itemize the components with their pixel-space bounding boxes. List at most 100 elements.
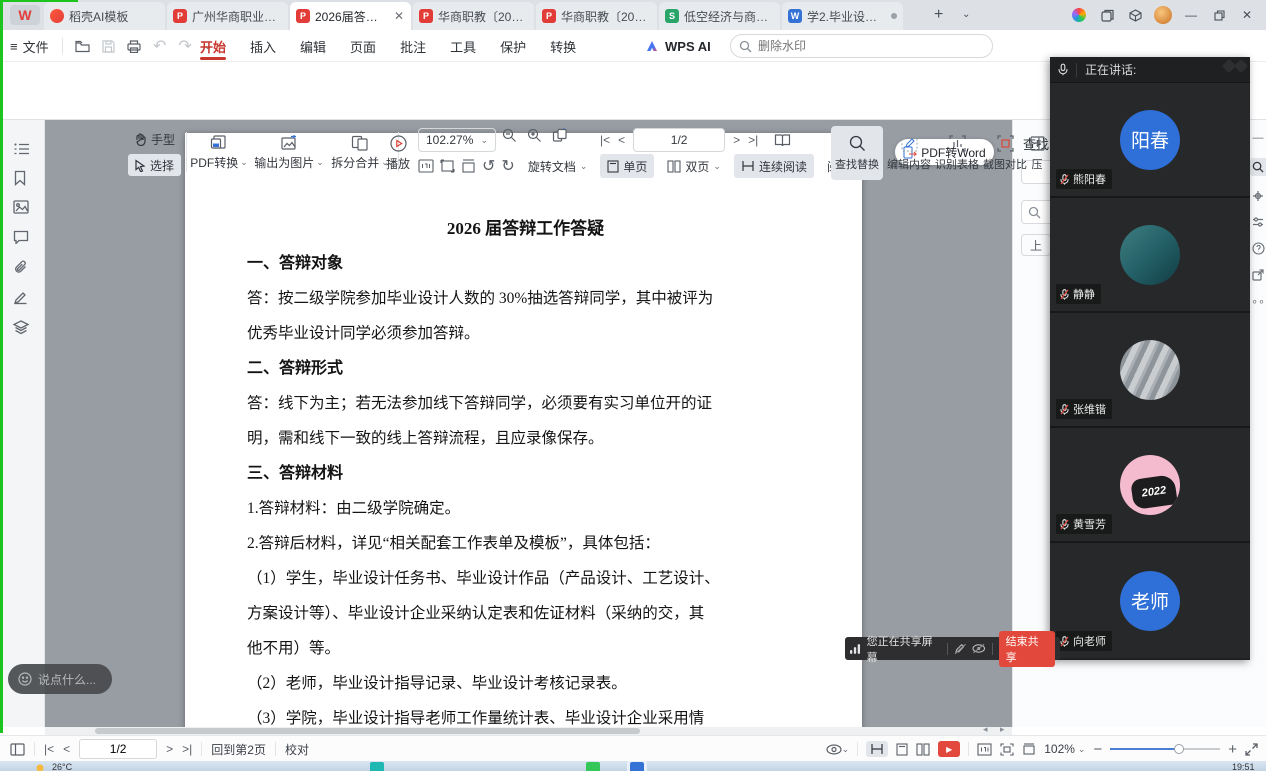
wps-logo[interactable]: W [10,5,40,25]
help-rail-icon[interactable] [1252,242,1265,255]
open-folder-icon[interactable] [75,40,90,53]
tab-document-2[interactable]: P 华商职教〔2025〕95 [413,2,534,30]
next-page-icon[interactable]: > [733,133,740,147]
screenshot-compare-button[interactable]: 截图对比 [979,126,1031,180]
last-page-icon[interactable]: >| [182,742,192,756]
taskbar-app-icon[interactable] [630,762,644,771]
eye-icon[interactable]: ⌄ [826,744,850,755]
comment-panel-icon[interactable] [13,230,29,244]
panel-toggle-icon[interactable] [10,743,25,756]
fit-page-icon[interactable] [461,159,476,173]
tab-spreadsheet[interactable]: S 低空经济与商务学院毕 [659,2,780,30]
menu-comment[interactable]: 批注 [388,30,438,62]
scrollbar-thumb[interactable] [95,728,640,734]
zoom-out-icon[interactable] [502,128,517,143]
zoom-slider[interactable] [1110,748,1220,750]
search-rail-icon[interactable] [1250,158,1266,176]
compress-button[interactable]: 压 [1027,126,1047,180]
tab-list-caret-icon[interactable]: ⌄ [962,9,970,20]
collapse-icon[interactable]: — [1253,132,1264,144]
zoom-out-button[interactable]: − [1093,741,1102,758]
tab-word-document[interactable]: W 学2.毕业设计封面及 [782,2,903,30]
layers-icon[interactable] [13,320,29,335]
save-icon[interactable] [102,40,115,53]
previous-result-button[interactable]: 上 [1021,234,1051,256]
menu-home[interactable]: 开始 [188,30,238,62]
rotate-doc-button[interactable]: 旋转文档⌄ [521,154,595,178]
next-page-icon[interactable]: > [166,742,173,756]
more-rail-icon[interactable]: ∘∘ [1251,295,1265,308]
recognize-table-button[interactable]: 识别表格 [931,126,983,180]
zoom-level-select[interactable]: 102%⌄ [1044,742,1085,756]
page-number-input[interactable] [79,739,157,759]
export-image-button[interactable]: 输出为图片⌄ [252,128,326,178]
fit-screen-button[interactable] [1000,743,1014,756]
toolbar-search[interactable] [730,34,993,58]
prev-page-icon[interactable]: < [618,133,625,147]
zoom-slider-thumb[interactable] [1174,744,1184,754]
menu-protect[interactable]: 保护 [488,30,538,62]
workspace-icon[interactable] [1096,4,1118,26]
page-number-input[interactable] [633,128,725,152]
user-avatar[interactable] [1152,4,1174,26]
actual-size-button[interactable] [977,743,992,756]
hand-tool-button[interactable]: 手型 [128,128,181,150]
tab-close-icon[interactable]: ✕ [393,9,405,23]
play-button[interactable]: 播放 [376,128,420,178]
fullscreen-button[interactable] [1245,743,1258,756]
continuous-view-button[interactable] [866,741,888,757]
zoom-in-button[interactable]: + [1228,741,1237,758]
signature-icon[interactable] [13,290,28,305]
first-page-icon[interactable]: |< [44,742,54,756]
single-page-view-button[interactable] [896,743,908,756]
image-panel-icon[interactable] [13,200,29,214]
wps-ai-button[interactable]: WPS AI [645,30,711,62]
last-page-icon[interactable]: >| [748,133,758,147]
new-tab-button[interactable]: + [934,6,943,24]
book-icon[interactable] [774,133,791,148]
select-tool-button[interactable]: 选择 [128,154,181,176]
tab-document-1[interactable]: P 广州华商职业学院毕业 [167,2,288,30]
participant-tile[interactable]: 张维锴 [1050,313,1250,428]
page-organize-icon[interactable] [552,128,569,143]
double-page-view-button[interactable] [916,743,930,756]
chat-quick-input[interactable]: 说点什么... [8,664,112,694]
bookmark-icon[interactable] [13,170,27,186]
file-menu[interactable]: ≡ 文件 [10,30,49,62]
taskbar-app-icon[interactable] [586,762,600,771]
edit-content-button[interactable]: 编辑内容 [883,126,935,180]
pdf-convert-button[interactable]: PDF转换⌄ [188,128,250,178]
3d-box-icon[interactable] [1124,4,1146,26]
participant-tile[interactable]: 静静 [1050,198,1250,313]
close-button[interactable]: ✕ [1236,4,1258,26]
menu-page[interactable]: 页面 [338,30,388,62]
tab-docer-template[interactable]: 稻壳AI模板 [44,2,165,30]
double-page-button[interactable]: 双页⌄ [660,154,728,178]
prev-page-icon[interactable]: < [63,742,70,756]
tab-active-document[interactable]: P 2026届答辩工作答 ✕ [290,2,411,30]
outline-panel-icon[interactable] [13,142,30,156]
actual-size-icon[interactable] [418,159,434,173]
menu-edit[interactable]: 编辑 [288,30,338,62]
attachment-icon[interactable] [13,260,28,275]
end-share-button[interactable]: 结束共享 [999,631,1055,667]
first-page-icon[interactable]: |< [600,133,610,147]
export-rail-icon[interactable] [1252,269,1264,281]
rotate-right-icon[interactable]: ↻ [501,156,514,176]
fit-width-icon[interactable] [440,159,455,173]
presentation-play-button[interactable]: ▶ [938,741,960,757]
tab-document-3[interactable]: P 华商职教〔2025〕96 [536,2,657,30]
proofread-button[interactable]: 校对 [285,741,309,758]
back-to-page-button[interactable]: 回到第2页 [211,741,266,758]
print-icon[interactable] [127,40,141,53]
menu-insert[interactable]: 插入 [238,30,288,62]
scroll-left-icon[interactable]: ◂ [983,724,988,735]
taskbar-app-icon[interactable] [370,762,384,771]
find-replace-button[interactable]: 查找替换 [831,126,883,180]
rotate-left-icon[interactable]: ↺ [482,156,495,176]
theme-icon[interactable] [1068,4,1090,26]
continuous-read-button[interactable]: 连续阅读 [734,154,814,178]
menu-tools[interactable]: 工具 [438,30,488,62]
undo-icon[interactable]: ↶ [153,36,166,56]
scroll-right-icon[interactable]: ▸ [1000,724,1005,735]
